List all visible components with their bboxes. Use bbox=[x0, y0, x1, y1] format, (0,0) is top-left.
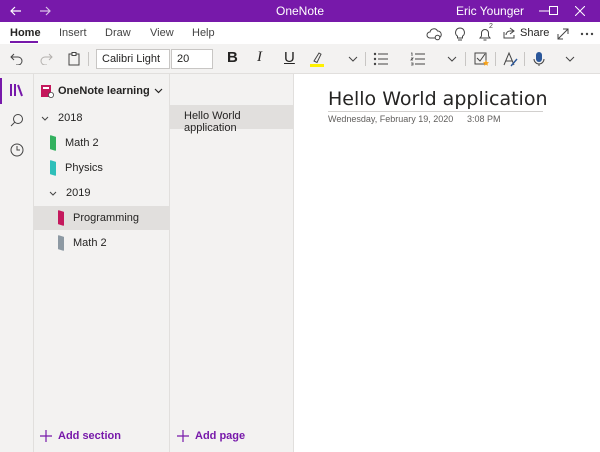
title-underline bbox=[328, 111, 543, 112]
section-group-2019[interactable]: 2019 bbox=[34, 181, 170, 205]
add-page-button[interactable]: Add page bbox=[177, 430, 245, 442]
more-options-icon[interactable] bbox=[578, 25, 596, 43]
title-bar: OneNote Eric Younger bbox=[0, 0, 600, 22]
highlight-icon[interactable] bbox=[308, 50, 326, 68]
chevron-down-icon bbox=[154, 88, 163, 94]
plus-icon bbox=[177, 430, 189, 442]
tab-home[interactable]: Home bbox=[10, 27, 41, 39]
chevron-down-icon bbox=[48, 191, 58, 196]
section-item-math-2[interactable]: Math 2 bbox=[34, 231, 170, 255]
tab-insert[interactable]: Insert bbox=[59, 27, 87, 39]
section-color-tab bbox=[50, 135, 56, 151]
section-item-math-2[interactable]: Math 2 bbox=[34, 131, 170, 155]
ribbon-tabs: Home Insert Draw View Help 2 Share bbox=[0, 22, 600, 44]
toolbar-divider bbox=[88, 52, 89, 66]
section-item-physics[interactable]: Physics bbox=[34, 156, 170, 180]
search-icon[interactable] bbox=[7, 110, 27, 130]
lightbulb-icon[interactable] bbox=[451, 25, 469, 43]
bullet-list-icon[interactable] bbox=[372, 50, 390, 68]
maximize-icon[interactable] bbox=[540, 0, 568, 22]
back-arrow-icon[interactable] bbox=[8, 3, 24, 19]
add-section-label: Add section bbox=[58, 430, 121, 442]
toolbar-divider bbox=[365, 52, 366, 66]
sync-status-icon[interactable] bbox=[425, 25, 443, 43]
notebook-icon bbox=[41, 85, 54, 98]
notebooks-icon[interactable] bbox=[7, 80, 27, 100]
toolbar-divider bbox=[524, 52, 525, 66]
section-item-programming[interactable]: Programming bbox=[34, 206, 170, 230]
to-do-tag-icon[interactable] bbox=[473, 50, 491, 68]
forward-arrow-icon[interactable] bbox=[37, 3, 53, 19]
navigation-rail bbox=[0, 74, 34, 452]
notification-count-badge: 2 bbox=[489, 23, 493, 30]
toolbar-overflow-chevron-icon[interactable] bbox=[561, 50, 579, 68]
add-section-button[interactable]: Add section bbox=[40, 430, 121, 442]
formatting-toolbar: Calibri Light 20 B I U bbox=[0, 44, 600, 74]
font-name-field[interactable]: Calibri Light bbox=[96, 49, 170, 69]
section-color-tab bbox=[58, 210, 64, 226]
page-date: Wednesday, February 19, 2020 bbox=[328, 114, 454, 124]
section-color-tab bbox=[58, 235, 64, 251]
page-title[interactable]: Hello World application bbox=[328, 88, 548, 110]
section-group-2018[interactable]: 2018 bbox=[34, 106, 170, 130]
list-dropdown-chevron-icon[interactable] bbox=[443, 50, 461, 68]
toolbar-divider bbox=[465, 52, 466, 66]
tab-view[interactable]: View bbox=[150, 27, 174, 39]
section-label: Math 2 bbox=[65, 137, 99, 149]
text-styles-icon[interactable] bbox=[501, 50, 519, 68]
note-canvas[interactable]: Hello World application Wednesday, Febru… bbox=[294, 74, 600, 452]
add-page-label: Add page bbox=[195, 430, 246, 442]
user-name[interactable]: Eric Younger bbox=[456, 4, 524, 18]
rail-selection-indicator bbox=[0, 78, 2, 104]
tab-draw[interactable]: Draw bbox=[105, 27, 131, 39]
clipboard-icon[interactable] bbox=[65, 50, 83, 68]
close-icon[interactable] bbox=[566, 0, 594, 22]
share-button[interactable]: Share bbox=[503, 27, 549, 39]
page-item[interactable]: Hello World application bbox=[170, 105, 294, 134]
plus-icon bbox=[40, 430, 52, 442]
recent-notes-clock-icon[interactable] bbox=[7, 140, 27, 160]
notebook-switcher[interactable]: OneNote learning bbox=[40, 82, 163, 100]
notifications-bell-icon[interactable]: 2 bbox=[476, 23, 494, 43]
section-label: Physics bbox=[65, 162, 103, 174]
share-label: Share bbox=[520, 27, 550, 39]
pages-pane: Hello World application bbox=[170, 74, 294, 452]
redo-icon[interactable] bbox=[37, 50, 55, 68]
active-tab-indicator bbox=[10, 41, 38, 43]
underline-button[interactable]: U bbox=[284, 49, 295, 66]
section-group-label: 2018 bbox=[58, 112, 83, 124]
notebook-name: OneNote learning bbox=[58, 85, 150, 97]
bold-button[interactable]: B bbox=[227, 49, 238, 66]
undo-icon[interactable] bbox=[8, 50, 26, 68]
italic-button[interactable]: I bbox=[257, 49, 262, 66]
section-group-label: 2019 bbox=[66, 187, 91, 199]
expand-icon[interactable] bbox=[554, 25, 572, 43]
font-size-field[interactable]: 20 bbox=[171, 49, 213, 69]
tab-help[interactable]: Help bbox=[192, 27, 215, 39]
section-label: Math 2 bbox=[73, 237, 107, 249]
toolbar-divider bbox=[495, 52, 496, 66]
section-color-tab bbox=[50, 160, 56, 176]
section-label: Programming bbox=[73, 212, 140, 224]
share-icon bbox=[503, 27, 515, 39]
chevron-down-icon bbox=[40, 116, 50, 121]
numbered-list-icon[interactable] bbox=[409, 50, 427, 68]
dictate-microphone-icon[interactable] bbox=[530, 50, 548, 68]
highlight-dropdown-chevron-icon[interactable] bbox=[344, 50, 362, 68]
page-time: 3:08 PM bbox=[467, 114, 501, 124]
